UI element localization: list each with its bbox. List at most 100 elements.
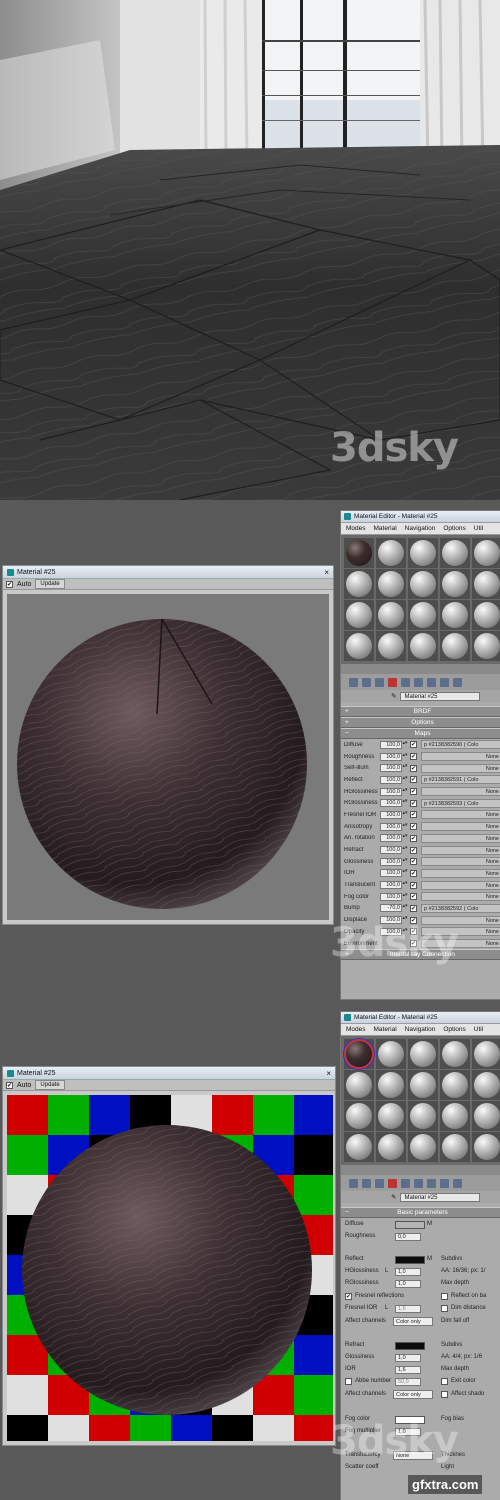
hglossiness-lock[interactable]: L [385, 1268, 388, 1274]
menu-navigation[interactable]: Navigation [405, 1026, 436, 1033]
sample-slot[interactable] [376, 1070, 406, 1100]
map-slot-button[interactable]: None [421, 880, 500, 890]
sample-slot[interactable] [408, 1070, 438, 1100]
spinner-icon[interactable]: ▴▾ [402, 904, 408, 912]
sample-slot[interactable] [440, 569, 470, 599]
copy-material-icon[interactable] [401, 1178, 410, 1188]
sample-slot[interactable] [408, 538, 438, 568]
assign-to-selection-icon[interactable] [375, 677, 384, 687]
map-amount-input[interactable]: 100,0 [380, 810, 402, 819]
abbe-checkbox[interactable] [345, 1378, 352, 1385]
close-button[interactable]: × [324, 568, 329, 577]
map-slot-button[interactable]: None [421, 892, 500, 902]
sample-slot[interactable] [408, 1039, 438, 1069]
sample-slot[interactable] [440, 538, 470, 568]
map-enable-checkbox[interactable]: ✔ [410, 869, 417, 877]
menu-navigation[interactable]: Navigation [405, 525, 436, 532]
material-name-field[interactable]: Material #25 [400, 691, 481, 701]
sample-slot[interactable] [472, 600, 500, 630]
sample-slot[interactable] [344, 1132, 374, 1162]
maps-rollout[interactable]: − Maps [341, 728, 500, 739]
spinner-icon[interactable]: ▴▾ [402, 764, 408, 772]
put-to-scene-icon[interactable] [362, 677, 371, 687]
sample-slot[interactable] [472, 1101, 500, 1131]
menu-modes[interactable]: Modes [346, 525, 366, 532]
map-amount-input[interactable]: 100,0 [380, 799, 402, 808]
map-slot-button[interactable]: None [421, 787, 500, 797]
sample-slot[interactable] [472, 538, 500, 568]
get-material-icon[interactable] [349, 677, 358, 687]
show-map-icon[interactable] [453, 1178, 462, 1188]
map-slot-button[interactable]: p #2138382593 ( Colo [421, 798, 500, 808]
map-amount-input[interactable]: 100,0 [380, 764, 402, 773]
copy-material-icon[interactable] [401, 677, 410, 687]
sample-slot[interactable] [376, 1039, 406, 1069]
spinner-icon[interactable]: ▴▾ [402, 787, 408, 796]
map-amount-input[interactable]: 100,0 [380, 834, 402, 843]
sample-slot[interactable] [376, 1101, 406, 1131]
material-id-icon[interactable] [440, 1178, 449, 1188]
map-enable-checkbox[interactable]: ✔ [410, 834, 417, 842]
spinner-icon[interactable]: ▴▾ [402, 881, 408, 889]
sample-slot[interactable] [440, 600, 470, 630]
fresnel-ior-lock[interactable]: L [385, 1305, 388, 1311]
reset-icon[interactable] [388, 1178, 397, 1188]
sample-slot[interactable] [472, 1039, 500, 1069]
menu-utilities[interactable]: Util [474, 525, 483, 532]
sample-slot[interactable] [408, 1101, 438, 1131]
sample-slot[interactable] [440, 1039, 470, 1069]
reflect-map-button[interactable]: M [427, 1256, 432, 1262]
make-unique-icon[interactable] [414, 1178, 423, 1188]
reflect-swatch[interactable] [395, 1256, 425, 1264]
get-material-icon[interactable] [349, 1178, 358, 1188]
menu-utilities[interactable]: Util [474, 1026, 483, 1033]
map-amount-input[interactable]: 100,0 [380, 822, 402, 831]
sample-slot[interactable] [472, 569, 500, 599]
affect-channels-select[interactable]: Color only [393, 1390, 433, 1399]
map-amount-input[interactable]: 100,0 [380, 892, 402, 901]
show-map-icon[interactable] [453, 677, 462, 687]
sample-slot[interactable] [440, 1132, 470, 1162]
sample-slot[interactable] [376, 600, 406, 630]
options-rollout[interactable]: + Options [341, 717, 500, 728]
auto-checkbox[interactable]: ✔ [6, 580, 13, 588]
diffuse-swatch[interactable] [395, 1221, 425, 1229]
map-slot-button[interactable]: None [421, 763, 500, 773]
eyedropper-icon[interactable]: ✎ [391, 1193, 396, 1201]
map-amount-input[interactable]: 100,0 [380, 740, 402, 749]
menu-options[interactable]: Options [443, 1026, 465, 1033]
map-amount-input[interactable]: 100,0 [380, 881, 402, 890]
map-enable-checkbox[interactable]: ✔ [410, 811, 417, 819]
sample-slot[interactable] [440, 1070, 470, 1100]
sample-slot[interactable] [344, 1039, 374, 1069]
affect-shadows-checkbox[interactable] [441, 1391, 448, 1398]
sample-slot[interactable] [376, 1132, 406, 1162]
assign-to-selection-icon[interactable] [375, 1178, 384, 1188]
material-name-field[interactable]: Material #25 [400, 1192, 481, 1202]
sample-slot[interactable] [344, 569, 374, 599]
spinner-icon[interactable]: ▴▾ [402, 740, 408, 749]
map-slot-button[interactable]: None [421, 752, 500, 762]
sample-slot[interactable] [376, 631, 406, 661]
sample-slot[interactable] [472, 1132, 500, 1162]
map-enable-checkbox[interactable]: ✔ [410, 881, 417, 889]
sample-slot[interactable] [440, 1101, 470, 1131]
close-button[interactable]: × [326, 1069, 331, 1078]
map-slot-button[interactable]: None [421, 810, 500, 820]
glossiness-input[interactable]: 1,0 [395, 1354, 421, 1362]
map-slot-button[interactable]: None [421, 845, 500, 855]
map-slot-button[interactable]: p #2138382592 ( Colo [421, 903, 500, 913]
slots-scrollbar[interactable] [341, 664, 500, 674]
sample-slot[interactable] [440, 631, 470, 661]
sample-slot[interactable] [408, 600, 438, 630]
update-button[interactable]: Update [35, 579, 65, 589]
sample-slot[interactable] [376, 569, 406, 599]
map-amount-input[interactable]: 100,0 [380, 857, 402, 866]
map-slot-button[interactable]: None [421, 868, 500, 878]
map-enable-checkbox[interactable]: ✔ [410, 799, 417, 807]
map-enable-checkbox[interactable]: ✔ [410, 788, 417, 796]
affect-channels-select[interactable]: Color only [393, 1317, 433, 1326]
sample-slot[interactable] [376, 538, 406, 568]
abbe-input[interactable]: 50,0 [395, 1378, 421, 1386]
map-enable-checkbox[interactable]: ✔ [410, 904, 417, 912]
